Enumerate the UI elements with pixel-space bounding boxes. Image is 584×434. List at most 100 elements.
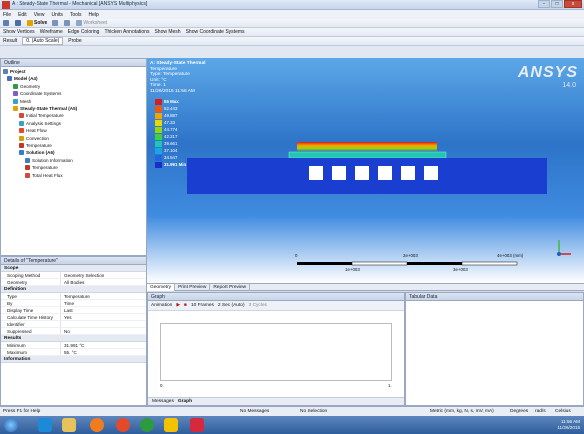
tree-item-label: Coordinate Systems (20, 91, 62, 97)
tree-item[interactable]: Temperature (19, 143, 52, 148)
start-icon[interactable] (4, 418, 18, 432)
cavity (355, 166, 369, 180)
details-value: 31.991 °C (64, 343, 85, 348)
system-clock[interactable]: 11:56 AM 11/26/2015 (557, 419, 580, 431)
show-mesh-button[interactable]: Show Mesh (154, 29, 180, 35)
media-icon[interactable] (90, 418, 104, 432)
graph-x-max: 1. (388, 383, 392, 388)
tree-node-icon (13, 106, 18, 111)
results-section[interactable]: Results (1, 335, 146, 342)
menu-tools[interactable]: Tools (70, 12, 82, 18)
wireframe-button[interactable]: Wireframe (40, 29, 63, 35)
tree-item[interactable]: Convection (19, 135, 49, 141)
tree-item[interactable]: Steady-State Thermal (A5) (13, 106, 77, 111)
tree-item[interactable]: Model (A4) (7, 76, 37, 82)
save-icon[interactable] (15, 20, 22, 26)
graphics-viewport[interactable]: A: Steady-State Thermal Temperature Type… (147, 58, 584, 283)
tree-item[interactable]: Solution (A6) (19, 150, 55, 156)
details-row[interactable]: Geometry All Bodies (1, 279, 146, 286)
tree-item[interactable]: Geometry (13, 83, 40, 89)
chrome-icon[interactable] (140, 418, 154, 432)
tree-item[interactable]: Analysis Settings (19, 120, 61, 126)
cavity (401, 166, 415, 180)
tree-item[interactable]: Coordinate Systems (13, 91, 62, 97)
details-row[interactable]: Identifier (1, 321, 146, 328)
zoom-icon[interactable] (52, 20, 59, 26)
details-row[interactable]: Type Temperature (1, 293, 146, 300)
folder-icon[interactable] (62, 418, 76, 432)
tree-item[interactable]: Heat Flow (19, 128, 47, 134)
tree-node-icon (19, 135, 24, 141)
tree-item[interactable]: Initial Temperature (19, 113, 64, 119)
graph-area (160, 323, 392, 381)
details-value (61, 321, 64, 327)
tab-messages[interactable]: Messages (152, 398, 174, 405)
fit-icon[interactable] (64, 20, 71, 26)
details-value: Temperature (64, 294, 90, 299)
tree-item[interactable]: Mesh (13, 98, 32, 104)
details-row[interactable]: Maximum 55. °C (1, 349, 146, 356)
tree-item[interactable]: Project (3, 69, 26, 74)
details-row[interactable]: By Time (1, 300, 146, 307)
solve-button[interactable]: Solve (27, 20, 47, 26)
ansys-taskbar-icon[interactable] (164, 418, 178, 432)
menu-edit[interactable]: Edit (18, 12, 27, 18)
definition-section[interactable]: Definition (1, 286, 146, 293)
probe-button[interactable]: Probe (68, 38, 81, 44)
scale-segment (351, 261, 408, 266)
worksheet-button[interactable]: Worksheet (76, 20, 107, 26)
tree-item[interactable]: Solution Information (25, 157, 73, 163)
duration-select[interactable]: 2 Sec (Auto) (218, 303, 245, 308)
clock-date: 11/26/2015 (557, 425, 580, 430)
tab-geometry[interactable]: Geometry (147, 283, 176, 291)
scope-section[interactable]: Scope (1, 265, 146, 272)
information-section[interactable]: Information (1, 356, 146, 363)
result-scale-select[interactable]: 0. (Auto Scale) (22, 37, 64, 45)
details-row[interactable]: Calculate Time History Yes (1, 314, 146, 321)
menu-file[interactable]: File (3, 12, 11, 18)
details-value: Yes (64, 315, 72, 320)
cycles-button[interactable]: 3 Cycles (249, 303, 267, 308)
browser-icon[interactable] (38, 418, 52, 432)
play-icon[interactable]: ▶ (176, 303, 180, 308)
edge-coloring-button[interactable]: Edge Coloring (68, 29, 100, 35)
firefox-icon[interactable] (116, 418, 130, 432)
details-row[interactable]: Display Time Last (1, 307, 146, 314)
show-vertices-button[interactable]: Show Vertices (3, 29, 35, 35)
tree-item[interactable]: Total Heat Flux (25, 172, 63, 178)
heat-sink-base (187, 158, 547, 164)
menu-help[interactable]: Help (89, 12, 99, 18)
tree-node-icon (19, 128, 24, 134)
details-value: 55. °C (64, 350, 77, 355)
tree-item[interactable]: Temperature (25, 165, 58, 171)
tab-graph[interactable]: Graph (178, 398, 192, 405)
minimize-button[interactable]: - (538, 0, 550, 8)
maximize-button[interactable]: □ (551, 0, 563, 8)
status-units[interactable]: Metric (mm, kg, N, s, mV, mA) (430, 409, 494, 414)
details-key: Maximum (1, 349, 61, 355)
status-selection: No Selection (300, 409, 328, 414)
tree-item-label: Initial Temperature (26, 113, 64, 119)
status-help: Press F1 for Help (3, 409, 41, 414)
details-row[interactable]: Suppressed No (1, 328, 146, 335)
menu-units[interactable]: Units (51, 12, 62, 18)
status-angle[interactable]: Degrees (510, 409, 528, 414)
menu-view[interactable]: View (34, 12, 45, 18)
tree-node-icon (19, 120, 24, 126)
status-temp[interactable]: Celsius (555, 409, 571, 414)
tree-item-label: Mesh (20, 98, 32, 104)
details-row[interactable]: Scoping Method Geometry Selection (1, 272, 146, 279)
close-button[interactable]: x (564, 0, 582, 8)
frames-select[interactable]: 10 Frames (191, 303, 214, 308)
status-messages[interactable]: No Messages (240, 409, 269, 414)
mail-icon[interactable] (190, 418, 204, 432)
tab-print-preview[interactable]: Print Preview (175, 283, 211, 291)
show-coordinate-systems-button[interactable]: Show Coordinate Systems (186, 29, 245, 35)
details-value: No (64, 329, 70, 334)
new-icon[interactable] (3, 20, 10, 26)
tab-report-preview[interactable]: Report Preview (210, 283, 251, 291)
details-row[interactable]: Minimum 31.991 °C (1, 342, 146, 349)
status-rad[interactable]: rad/s (535, 409, 546, 414)
thicken-annotations-button[interactable]: Thicken Annotations (104, 29, 149, 35)
stop-icon[interactable]: ■ (184, 303, 187, 308)
